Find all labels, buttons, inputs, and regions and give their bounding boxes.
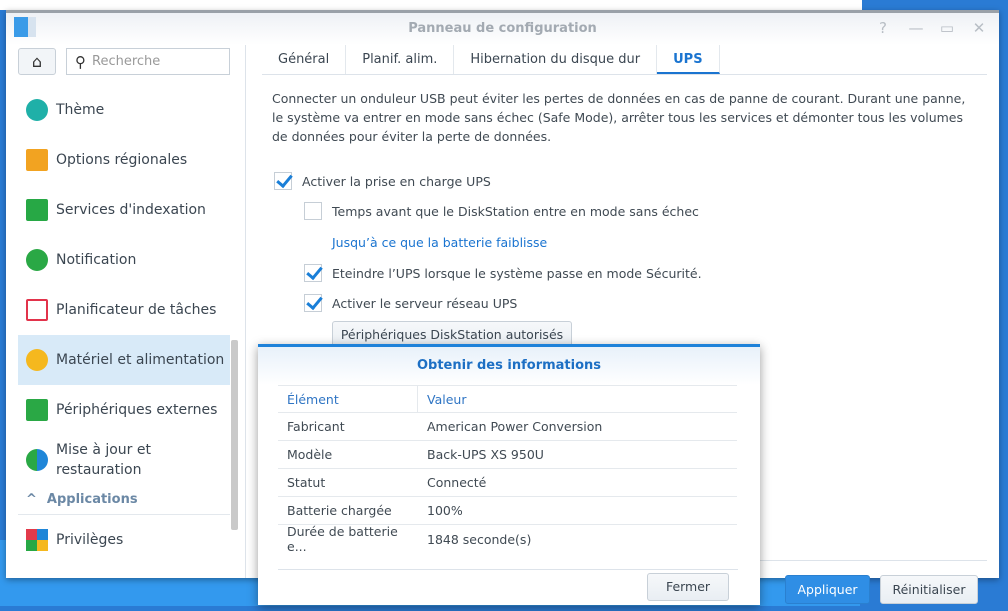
checkbox-label: Activer la prise en charge UPS — [302, 173, 491, 189]
tab-bar: Général Planif. alim. Hibernation du dis… — [262, 45, 987, 75]
palette-icon — [26, 99, 48, 121]
tab-general[interactable]: Général — [262, 45, 347, 74]
sidebar-item-label: Périphériques externes — [56, 402, 218, 418]
privileges-icon — [26, 529, 48, 551]
section-applications[interactable]: ^ Applications — [18, 485, 230, 515]
apply-button[interactable]: Appliquer — [785, 575, 870, 604]
sidebar-item-update-restore[interactable]: Mise à jour et restauration — [18, 435, 230, 485]
cell-element: Fabricant — [287, 419, 345, 434]
tab-power-schedule[interactable]: Planif. alim. — [346, 45, 455, 74]
search-placeholder: Recherche — [92, 54, 161, 69]
tab-hdd-hibernation[interactable]: Hibernation du disque dur — [454, 45, 658, 74]
calendar-check-icon — [26, 299, 48, 321]
checkbox-unchecked[interactable] — [304, 202, 322, 220]
ups-network-server-checkbox[interactable]: Activer le serveur réseau UPS — [304, 294, 517, 312]
lightbulb-icon — [26, 349, 48, 371]
upload-icon — [26, 399, 48, 421]
label-line-1: Mise à jour et — [56, 442, 151, 458]
refresh-icon — [26, 449, 48, 471]
sidebar-item-label: Matériel et alimentation — [56, 352, 225, 368]
sidebar-item-regional[interactable]: Options régionales — [18, 135, 230, 185]
index-search-icon — [26, 199, 48, 221]
info-dialog: Obtenir des informations Élément Valeur F… — [258, 344, 760, 605]
close-icon[interactable]: ✕ — [969, 19, 989, 37]
tab-ups[interactable]: UPS — [657, 45, 720, 74]
cell-element: Batterie chargée — [287, 503, 392, 518]
sidebar-item-theme[interactable]: Thème — [18, 85, 230, 135]
sidebar-scrollbar[interactable] — [231, 340, 238, 530]
sidebar-item-hardware-power[interactable]: Matériel et alimentation — [18, 335, 230, 385]
table-row: Statut Connecté — [278, 469, 737, 497]
checkbox-label: Eteindre l’UPS lorsque le système passe … — [332, 265, 702, 281]
ups-description: Connecter un onduleur USB peut éviter le… — [272, 91, 966, 144]
sidebar-item-label: Notification — [56, 252, 137, 268]
sidebar-item-label: Planificateur de tâches — [56, 302, 217, 318]
sidebar-item-privileges[interactable]: Privilèges — [18, 515, 230, 565]
sidebar-item-label: Privilèges — [56, 532, 124, 548]
sidebar-item-indexing[interactable]: Services d'indexation — [18, 185, 230, 235]
column-header-element[interactable]: Élément — [278, 386, 418, 412]
chat-bubble-icon — [26, 249, 48, 271]
checkbox-checked[interactable] — [304, 264, 322, 282]
cell-element: Statut — [287, 475, 326, 490]
minimize-icon[interactable]: — — [906, 19, 926, 37]
sidebar-item-task-scheduler[interactable]: Planificateur de tâches — [18, 285, 230, 335]
sidebar-item-label: Services d'indexation — [56, 202, 206, 218]
help-icon[interactable]: ? — [873, 19, 893, 37]
checkbox-label: Temps avant que le DiskStation entre en … — [332, 203, 699, 219]
checkbox-label: Activer le serveur réseau UPS — [332, 295, 518, 311]
table-header: Élément Valeur — [278, 385, 737, 413]
search-icon: ⚲ — [75, 52, 86, 71]
table-row: Fabricant American Power Conversion — [278, 413, 737, 441]
section-label: Applications — [46, 492, 138, 507]
cell-value: Back-UPS XS 950U — [427, 447, 544, 462]
table-row: Durée de batterie e... 1848 seconde(s) — [278, 524, 737, 554]
checkbox-checked[interactable] — [274, 172, 292, 190]
sidebar-item-label: Thème — [56, 102, 105, 118]
desktop-area — [0, 0, 862, 10]
safe-mode-time-checkbox[interactable]: Temps avant que le DiskStation entre en … — [304, 202, 699, 220]
map-icon — [26, 149, 48, 171]
dialog-footer-divider — [278, 569, 738, 570]
shutdown-ups-checkbox[interactable]: Eteindre l’UPS lorsque le système passe … — [304, 264, 702, 282]
cell-element: Modèle — [287, 447, 333, 462]
sidebar-item-label: Options régionales — [56, 152, 188, 168]
table-row: Batterie chargée 100% — [278, 497, 737, 525]
sidebar: ⌂ ⚲ Recherche Thème Options régionales Se… — [6, 45, 246, 578]
safe-mode-time-link[interactable]: Jusqu’à ce que la batterie faiblisse — [332, 235, 547, 250]
home-button[interactable]: ⌂ — [18, 48, 56, 75]
search-input[interactable]: ⚲ Recherche — [66, 48, 230, 75]
checkbox-checked[interactable] — [304, 294, 322, 312]
cell-value: 100% — [427, 503, 463, 518]
cell-value: Connecté — [427, 475, 487, 490]
window-title: Panneau de configuration — [408, 21, 597, 36]
title-bar: Panneau de configuration ? — ▭ ✕ — [6, 13, 999, 45]
sidebar-nav: Thème Options régionales Services d'inde… — [18, 85, 230, 565]
cell-element: Durée de batterie e... — [287, 524, 398, 554]
sidebar-item-label: Mise à jour et restauration — [56, 440, 151, 480]
cell-value: American Power Conversion — [427, 419, 603, 434]
label-line-2: restauration — [56, 462, 142, 478]
info-table: Élément Valeur Fabricant American Power Co… — [278, 385, 737, 554]
reset-button[interactable]: Réinitialiser — [880, 575, 978, 604]
maximize-icon[interactable]: ▭ — [937, 19, 957, 37]
cell-value: 1848 seconde(s) — [427, 531, 532, 547]
table-row: Modèle Back-UPS XS 950U — [278, 441, 737, 469]
home-icon: ⌂ — [31, 52, 43, 71]
dialog-title: Obtenir des informations — [258, 347, 760, 385]
chevron-up-icon: ^ — [26, 492, 37, 507]
sidebar-item-external-devices[interactable]: Périphériques externes — [18, 385, 230, 435]
column-header-value[interactable]: Valeur — [418, 392, 466, 407]
close-button[interactable]: Fermer — [647, 573, 729, 601]
enable-ups-checkbox[interactable]: Activer la prise en charge UPS — [274, 172, 491, 190]
sidebar-item-notification[interactable]: Notification — [18, 235, 230, 285]
